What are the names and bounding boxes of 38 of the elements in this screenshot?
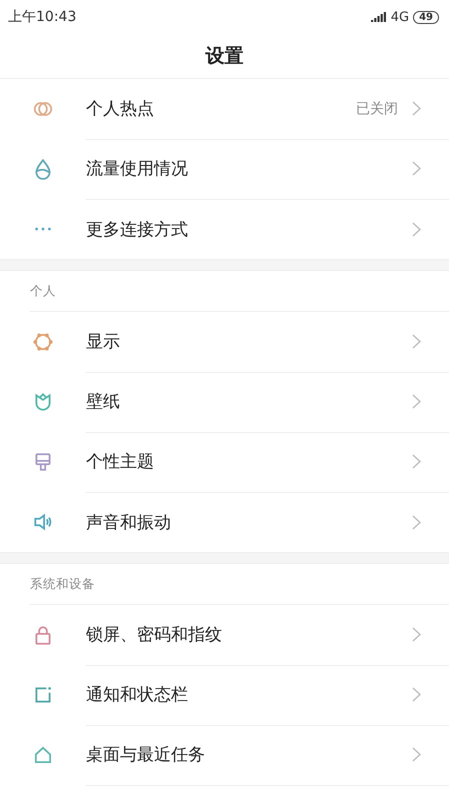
battery-level: 49 bbox=[413, 10, 439, 24]
chevron-icon bbox=[412, 222, 421, 236]
settings-item[interactable]: 个性主题 bbox=[0, 432, 449, 492]
item-value: 已关闭 bbox=[356, 100, 398, 118]
chevron-icon bbox=[412, 394, 421, 409]
item-label: 通知和状态栏 bbox=[86, 684, 189, 706]
section-header: 个人 bbox=[30, 282, 56, 300]
chevron-icon bbox=[412, 334, 421, 349]
settings-item[interactable]: 显示 bbox=[0, 312, 449, 372]
network-type: 4G bbox=[390, 10, 410, 24]
item-label: 声音和振动 bbox=[86, 512, 172, 534]
chevron-icon bbox=[412, 514, 421, 530]
item-label: 显示 bbox=[86, 331, 121, 353]
settings-item[interactable]: 桌面与最近任务 bbox=[0, 725, 449, 785]
item-label: 锁屏、密码和指纹 bbox=[86, 624, 223, 646]
settings-item[interactable]: 壁纸 bbox=[0, 372, 449, 432]
page-title: 设置 bbox=[206, 44, 244, 69]
item-label: 个性主题 bbox=[86, 451, 155, 473]
item-label: 桌面与最近任务 bbox=[86, 744, 206, 766]
signal-icon bbox=[370, 12, 387, 22]
item-label: 壁纸 bbox=[86, 391, 121, 413]
item-label: 更多连接方式 bbox=[86, 218, 189, 240]
item-label: 个人热点 bbox=[86, 98, 155, 120]
settings-item[interactable]: 个人热点 已关闭 bbox=[0, 79, 449, 139]
status-time: 上午10:43 bbox=[8, 8, 76, 26]
settings-item[interactable]: 更多连接方式 bbox=[0, 199, 449, 259]
section-header: 系统和设备 bbox=[30, 576, 95, 592]
chevron-icon bbox=[412, 627, 421, 642]
settings-item[interactable]: 流量使用情况 bbox=[0, 139, 449, 199]
chevron-icon bbox=[412, 687, 421, 702]
chevron-icon bbox=[412, 747, 421, 762]
settings-item[interactable]: 声音和振动 bbox=[0, 492, 449, 552]
settings-item[interactable]: 通知和状态栏 bbox=[0, 665, 449, 725]
chevron-icon bbox=[412, 101, 421, 116]
chevron-icon bbox=[412, 161, 421, 176]
item-label: 流量使用情况 bbox=[86, 158, 189, 180]
settings-item[interactable]: 锁屏、密码和指纹 bbox=[0, 605, 449, 665]
chevron-icon bbox=[412, 454, 421, 469]
